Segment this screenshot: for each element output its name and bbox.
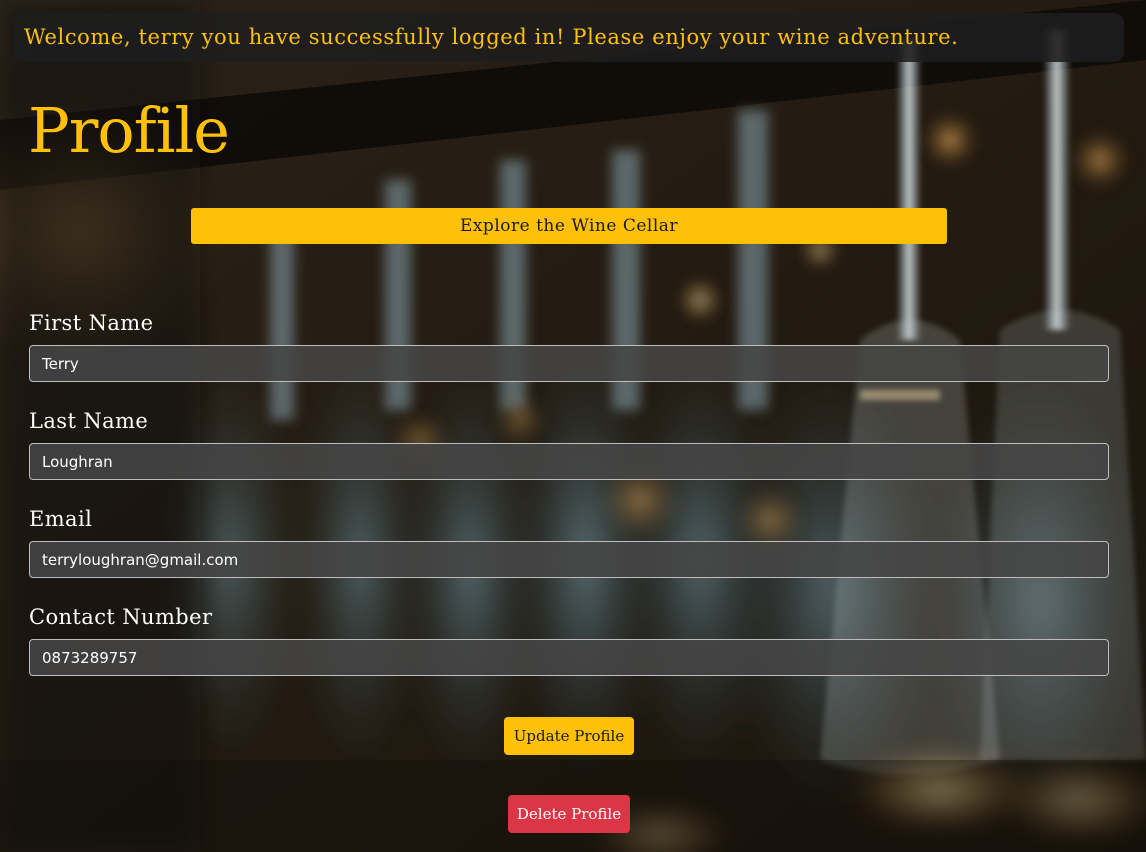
login-success-banner: Welcome, terry you have successfully log… [14, 13, 1124, 62]
contact-number-input[interactable] [29, 639, 1109, 676]
first-name-label: First Name [29, 311, 154, 335]
email-label: Email [29, 507, 93, 531]
delete-profile-button[interactable]: Delete Profile [508, 795, 630, 833]
explore-wine-cellar-button[interactable]: Explore the Wine Cellar [191, 208, 947, 244]
last-name-label: Last Name [29, 409, 149, 433]
update-profile-button[interactable]: Update Profile [504, 717, 634, 755]
contact-number-label: Contact Number [29, 605, 213, 629]
page-title: Profile [28, 94, 230, 167]
first-name-input[interactable] [29, 345, 1109, 382]
banner-message: Welcome, terry you have successfully log… [24, 25, 959, 49]
email-input[interactable] [29, 541, 1109, 578]
last-name-input[interactable] [29, 443, 1109, 480]
